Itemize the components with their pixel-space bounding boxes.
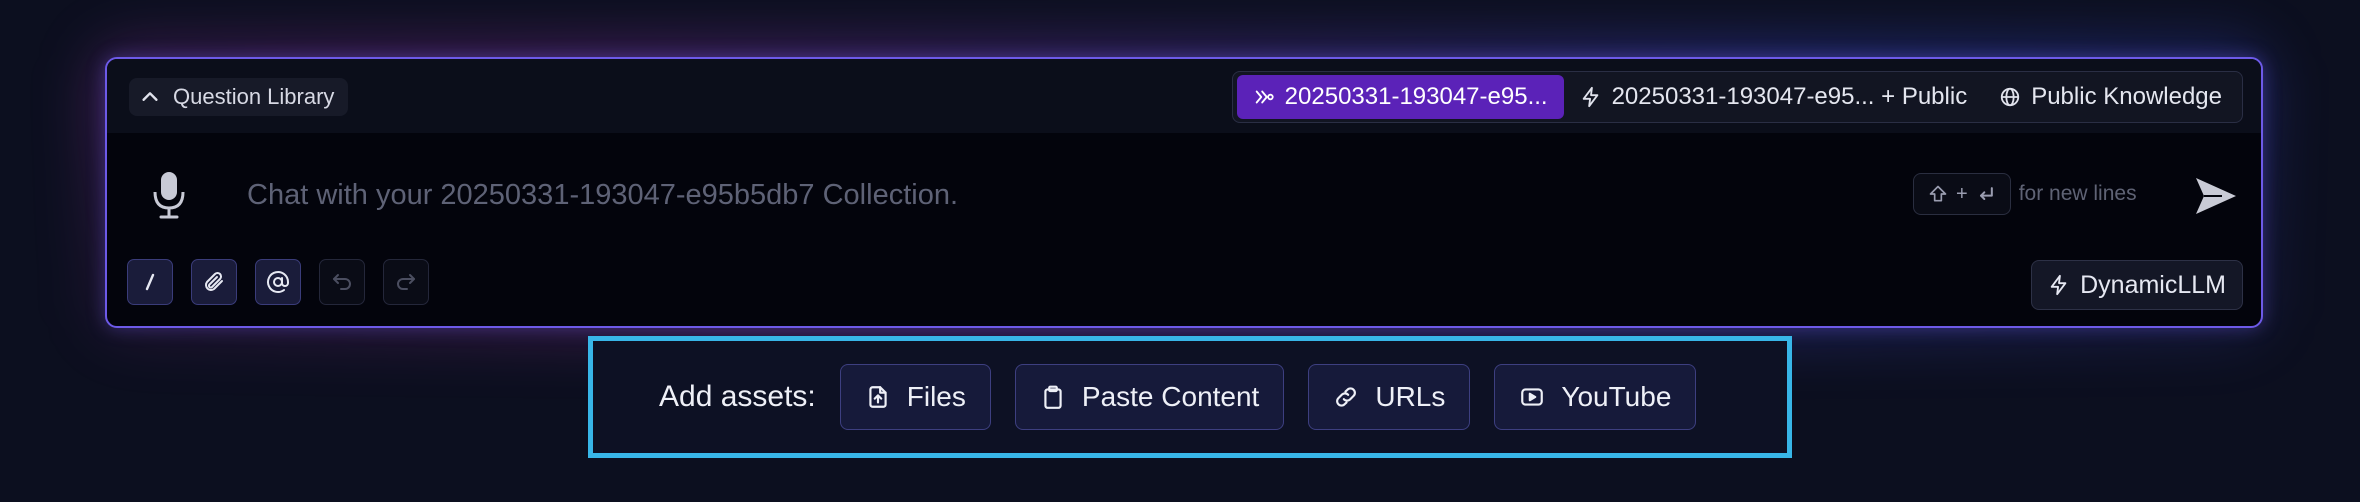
newline-hint: + for new lines [1913, 173, 2137, 215]
model-selector[interactable]: DynamicLLM [2031, 260, 2243, 310]
mode-collection-public-label: 20250331-193047-e95... + Public [1611, 83, 1968, 110]
redo-button[interactable] [383, 259, 429, 305]
paste-content-button[interactable]: Paste Content [1014, 364, 1285, 430]
shift-enter-shortcut: + [1913, 173, 2011, 215]
mode-public-knowledge[interactable]: Public Knowledge [1983, 75, 2238, 119]
paperclip-icon [205, 271, 223, 291]
add-urls-button[interactable]: URLs [1308, 364, 1471, 430]
composer-toolbar [127, 259, 429, 305]
question-library-toggle[interactable]: Question Library [129, 78, 349, 116]
chat-panel: Question Library 20250331-193047-e95... … [105, 57, 2263, 328]
add-youtube-button[interactable]: YouTube [1494, 364, 1697, 430]
paste-content-label: Paste Content [1081, 381, 1260, 412]
add-youtube-label: YouTube [1561, 381, 1672, 412]
shift-icon [1929, 185, 1947, 202]
enter-icon [1979, 187, 1993, 200]
mode-selector: 20250331-193047-e95... 20250331-193047-e… [1231, 71, 2243, 123]
add-files-button[interactable]: Files [839, 364, 991, 430]
link-icon [1336, 387, 1357, 407]
newline-hint-text: for new lines [2018, 182, 2137, 205]
mode-collection-label: 20250331-193047-e95... [1284, 83, 1548, 110]
add-assets-bar: Add assets: Files Paste Content URLs You… [588, 336, 1792, 458]
model-selector-label: DynamicLLM [2080, 270, 2226, 299]
undo-icon [333, 274, 351, 290]
chat-input[interactable] [247, 171, 1897, 219]
chevron-up-icon [142, 92, 158, 101]
mode-public-knowledge-label: Public Knowledge [2031, 83, 2222, 110]
slash-command-icon [145, 273, 155, 291]
lightning-icon [2050, 274, 2067, 296]
mention-button[interactable] [255, 259, 301, 305]
lightning-icon [1582, 86, 1598, 108]
add-assets-label: Add assets: [659, 380, 816, 413]
app-root: Question Library 20250331-193047-e95... … [0, 0, 2360, 502]
add-files-label: Files [906, 381, 966, 412]
globe-icon [2001, 87, 2020, 107]
undo-button[interactable] [319, 259, 365, 305]
at-mention-icon [267, 271, 289, 293]
mode-collection[interactable]: 20250331-193047-e95... [1236, 75, 1564, 119]
youtube-icon [1521, 388, 1544, 406]
attach-button[interactable] [191, 259, 237, 305]
mode-collection-public[interactable]: 20250331-193047-e95... + Public [1564, 75, 1984, 119]
shortcut-plus: + [1956, 182, 1968, 205]
redo-icon [397, 274, 415, 290]
send-icon[interactable] [2192, 174, 2240, 218]
clipboard-icon [1044, 385, 1062, 409]
question-library-label: Question Library [173, 84, 335, 109]
add-urls-label: URLs [1375, 381, 1446, 412]
file-upload-icon [869, 386, 887, 408]
double-chevron-icon [1255, 90, 1274, 104]
slash-command-button[interactable] [127, 259, 173, 305]
microphone-icon[interactable] [151, 170, 187, 220]
